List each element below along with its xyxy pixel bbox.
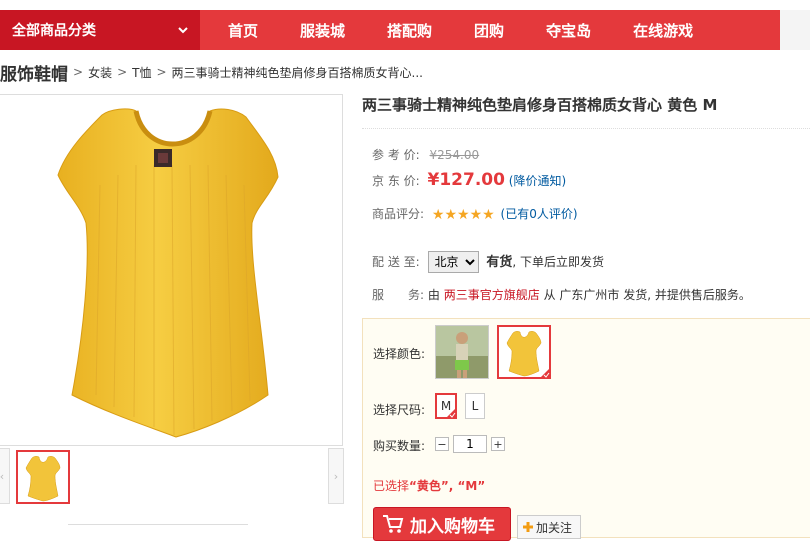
nav-tail [780,10,810,50]
price-notice-link[interactable]: (降价通知) [509,174,566,188]
shop-link[interactable]: 两三事官方旗舰店 [444,288,540,302]
chevron-right-icon: › [333,469,339,483]
selection-summary: 已选择“黄色”, “M” [373,477,485,494]
nav-clothing-mall[interactable]: 服装城 [300,20,345,41]
breadcrumb-separator-icon: > [156,65,167,79]
color-label: 选择颜色: [373,347,426,361]
quantity-increase-button[interactable]: + [491,437,505,451]
stock-status: 有货 [486,255,513,270]
product-title: 两三事骑士精神纯色垫肩修身百搭棉质女背心 黄色 M [362,96,718,114]
product-main-image[interactable] [0,94,343,446]
star-icon: ★ [444,206,457,223]
service-label: 服 务: [372,288,425,302]
chevron-down-icon [178,27,188,34]
rating-label: 商品评分: [372,207,425,221]
add-to-cart-label: 加入购物车 [410,516,495,537]
breadcrumb-tshirt[interactable]: T恤 [132,64,151,81]
thumbnail-strip: ‹ › [0,448,344,510]
all-categories-menu[interactable]: 全部商品分类 [0,10,200,50]
purchase-options-box: 选择颜色: 选择尺码: M L 购买数量: − + [362,318,810,541]
nav-treasure-island[interactable]: 夺宝岛 [546,20,591,41]
jd-price-value: ¥127.00 [427,170,505,190]
chevron-left-icon: ‹ [0,469,5,483]
review-count-link[interactable]: (已有0人评价) [501,207,578,221]
thumb-next-button[interactable]: › [328,448,344,504]
quantity-decrease-button[interactable]: − [435,437,449,451]
breadcrumb-product[interactable]: 两三事骑士精神纯色垫肩修身百搭棉质女背心... [172,64,423,81]
rating-stars: ★★★★★ [432,207,495,223]
tank-top-image [57,108,279,438]
star-icon: ★ [469,206,483,223]
star-icon: ★ [482,206,495,223]
color-option-green[interactable] [435,325,489,379]
nav-combo-buy[interactable]: 搭配购 [387,20,432,41]
all-categories-label: 全部商品分类 [12,23,96,39]
breadcrumb-women[interactable]: 女装 [88,64,112,81]
jd-price-row: 京 东 价: ¥127.00 (降价通知) [372,170,566,190]
breadcrumb-root[interactable]: 服饰鞋帽 [0,60,68,85]
thumb-prev-button[interactable]: ‹ [0,448,10,504]
nav-home[interactable]: 首页 [228,20,258,41]
tank-top-thumb-image [25,456,61,502]
quantity-label: 购买数量: [373,439,426,453]
nav-online-games[interactable]: 在线游戏 [633,20,693,41]
stock-note: , 下单后立即发货 [512,255,604,269]
star-icon: ★ [431,206,445,223]
divider [68,524,248,532]
size-l-label: L [471,399,479,413]
service-prefix: 由 [427,288,440,302]
follow-button[interactable]: 加关注 [517,515,581,539]
selected-check-icon [446,408,456,418]
city-select[interactable]: 北京 [427,251,479,273]
size-label: 选择尺码: [373,403,426,417]
plus-icon [523,522,533,532]
ref-price-row: 参 考 价: ¥254.00 [372,146,479,163]
breadcrumb: 服饰鞋帽 > 女装 > T恤 > 两三事骑士精神纯色垫肩修身百搭棉质女背心... [0,58,423,86]
size-option-l[interactable]: L [465,393,485,419]
ref-price-value: ¥254.00 [429,148,480,162]
nav-group-buy[interactable]: 团购 [474,20,504,41]
breadcrumb-separator-icon: > [117,65,128,79]
model-photo-image [436,326,488,378]
main-nav: 全部商品分类 首页 服装城 搭配购 团购 夺宝岛 在线游戏 [0,10,810,50]
quantity-input[interactable] [453,435,487,453]
add-to-cart-button[interactable]: 加入购物车 [373,507,511,541]
delivery-row: 配 送 至: 北京 有货, 下单后立即发货 [372,251,604,273]
rating-row: 商品评分: ★★★★★ (已有0人评价) [372,205,578,223]
jd-price-label: 京 东 价: [372,174,420,188]
service-from: 从 广东广州市 发货, 并提供售后服务。 [543,288,751,302]
delivery-label: 配 送 至: [372,255,420,269]
size-option-m[interactable]: M [435,393,457,419]
selected-check-icon [540,368,550,378]
breadcrumb-separator-icon: > [73,65,84,79]
follow-label: 加关注 [536,520,573,535]
star-icon: ★ [457,206,470,223]
service-row: 服 务: 由 两三事官方旗舰店 从 广东广州市 发货, 并提供售后服务。 [372,286,751,303]
selection-prefix: 已选择 [373,479,410,493]
ref-price-label: 参 考 价: [372,148,420,162]
selection-value: “黄色”, “M” [409,479,486,493]
color-option-yellow[interactable] [497,325,551,379]
cart-icon [383,515,404,533]
divider [362,128,810,129]
thumbnail-yellow[interactable] [16,450,70,504]
